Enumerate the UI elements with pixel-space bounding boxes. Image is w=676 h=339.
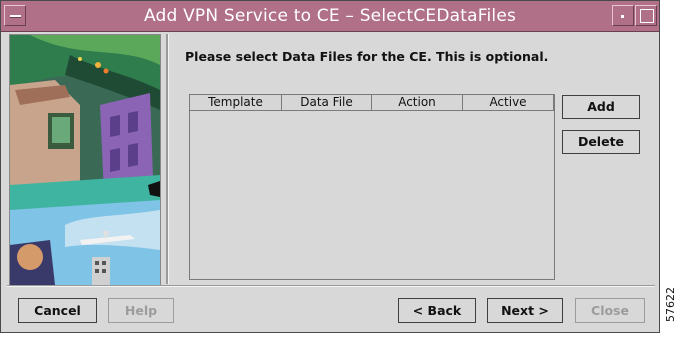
close-button[interactable]: Close xyxy=(575,298,645,323)
help-button[interactable]: Help xyxy=(108,298,174,323)
minimize-icon xyxy=(621,15,624,18)
column-header-action[interactable]: Action xyxy=(372,95,463,110)
table-header: Template Data File Action Active xyxy=(190,95,554,111)
maximize-button[interactable] xyxy=(635,5,657,26)
wizard-illustration xyxy=(9,34,161,286)
vertical-divider xyxy=(166,34,169,284)
minimize-button[interactable] xyxy=(612,5,634,26)
delete-button[interactable]: Delete xyxy=(562,130,640,154)
instructions-text: Please select Data Files for the CE. Thi… xyxy=(185,49,549,64)
title-bar[interactable]: Add VPN Service to CE – SelectCEDataFile… xyxy=(1,1,659,32)
cancel-button[interactable]: Cancel xyxy=(18,298,97,323)
column-header-active[interactable]: Active xyxy=(463,95,554,110)
next-button[interactable]: Next > xyxy=(487,298,563,323)
data-files-table[interactable]: Template Data File Action Active xyxy=(189,94,555,280)
add-button[interactable]: Add xyxy=(562,95,640,119)
column-header-data-file[interactable]: Data File xyxy=(282,95,372,110)
figure-number: 57622 xyxy=(664,287,676,322)
city-illustration-image xyxy=(10,35,160,285)
window-title: Add VPN Service to CE – SelectCEDataFile… xyxy=(143,6,517,26)
footer-divider xyxy=(7,285,655,287)
maximize-icon xyxy=(640,9,654,23)
wizard-dialog: Add VPN Service to CE – SelectCEDataFile… xyxy=(0,0,660,333)
back-button[interactable]: < Back xyxy=(398,298,476,323)
column-header-template[interactable]: Template xyxy=(190,95,282,110)
